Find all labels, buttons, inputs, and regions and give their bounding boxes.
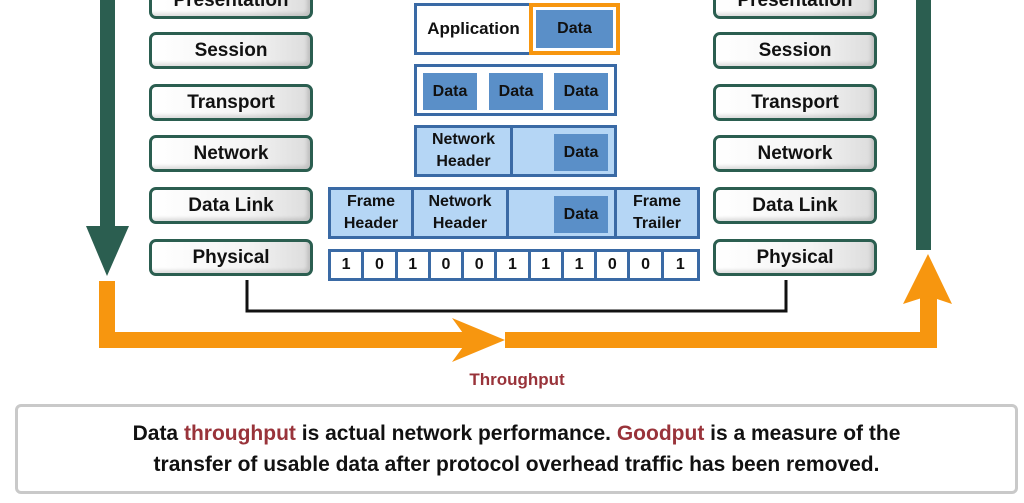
throughput-path-bottom-left <box>99 332 469 348</box>
right-layer-presentation[interactable]: Presentation <box>713 0 877 19</box>
frame-pdu: Frame Header Network Header Data Frame T… <box>328 187 700 239</box>
left-layer-transport[interactable]: Transport <box>149 84 313 121</box>
frame-header[interactable]: Frame Header <box>331 190 414 236</box>
segment-data-block[interactable]: Data <box>554 73 608 110</box>
segment-data-block[interactable]: Data <box>423 73 477 110</box>
throughput-label: Throughput <box>469 370 565 389</box>
left-layer-presentation[interactable]: Presentation <box>149 0 313 19</box>
right-layer-session[interactable]: Session <box>713 32 877 69</box>
bit-stream: 10100111001 <box>328 249 700 281</box>
left-layer-data-link[interactable]: Data Link <box>149 187 313 224</box>
right-layer-network[interactable]: Network <box>713 135 877 172</box>
caption-box: Data throughput is actual network perfor… <box>15 404 1018 494</box>
caption-text: Data throughput is actual network perfor… <box>133 418 901 480</box>
caption-text-part: is actual network performance. <box>295 422 617 445</box>
segments-pdu: Data Data Data <box>414 64 617 116</box>
right-layer-transport[interactable]: Transport <box>713 84 877 121</box>
bit-cell: 0 <box>630 252 664 278</box>
down-arrow-head <box>86 226 129 276</box>
right-layer-physical[interactable]: Physical <box>713 239 877 276</box>
packet-network-header[interactable]: Network Header <box>417 128 513 174</box>
packet-data-block[interactable]: Data <box>554 134 608 171</box>
caption-text-part: Data <box>132 422 184 445</box>
caption-text-part: is a measure of the <box>704 422 901 445</box>
segment-data-block[interactable]: Data <box>489 73 543 110</box>
right-layer-data-link[interactable]: Data Link <box>713 187 877 224</box>
term-goodput: Goodput <box>616 422 705 445</box>
bit-cell: 0 <box>464 252 498 278</box>
left-layer-physical[interactable]: Physical <box>149 239 313 276</box>
term-throughput: throughput <box>183 422 296 445</box>
left-layer-session[interactable]: Session <box>149 32 313 69</box>
bit-cell: 0 <box>431 252 465 278</box>
packet-pdu: Network Header Data <box>414 125 617 177</box>
bit-cell: 0 <box>597 252 631 278</box>
throughput-path-bottom-right <box>505 332 937 348</box>
up-arrow-shaft <box>916 0 931 250</box>
bit-cell: 1 <box>531 252 564 278</box>
bit-cell: 1 <box>564 252 598 278</box>
bit-cell: 1 <box>398 252 431 278</box>
throughput-path-right <box>920 290 937 348</box>
physical-link-line <box>245 280 788 313</box>
bit-cell: 1 <box>331 252 365 278</box>
application-data-block[interactable]: Data <box>536 10 613 48</box>
frame-data-block[interactable]: Data <box>554 196 608 233</box>
frame-trailer[interactable]: Frame Trailer <box>617 190 697 236</box>
application-data-highlight: Data <box>529 3 620 55</box>
down-arrow-shaft <box>100 0 115 235</box>
caption-text-part: transfer of usable data after protocol o… <box>153 453 880 476</box>
bit-cell: 1 <box>497 252 531 278</box>
application-pdu: Application Data <box>414 3 620 55</box>
left-layer-network[interactable]: Network <box>149 135 313 172</box>
frame-network-header[interactable]: Network Header <box>414 190 509 236</box>
bit-cell: 0 <box>364 252 398 278</box>
bit-cell: 1 <box>675 256 685 273</box>
application-label: Application <box>427 19 520 38</box>
